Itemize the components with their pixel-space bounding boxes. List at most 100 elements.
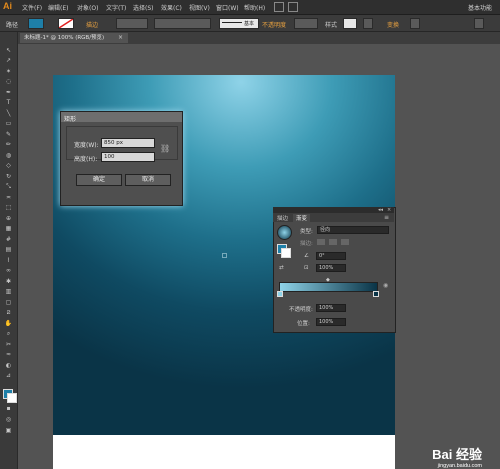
align-icon[interactable] [410,18,420,29]
scissors-tool-icon[interactable]: ✂ [4,341,13,348]
shape-builder-tool-icon[interactable]: ⊕ [4,215,13,222]
gradient-tool-icon[interactable]: ▤ [4,246,13,253]
rotate-tool-icon[interactable]: ↻ [4,173,13,180]
stop-position-field[interactable]: 100% [316,318,346,326]
transform-label[interactable]: 变换 [387,20,399,29]
blend-tool-icon[interactable]: ∞ [4,267,13,274]
document-tab[interactable]: 未标题-1* @ 100% (RGB/预览) [20,33,128,43]
symbol-sprayer-tool-icon[interactable]: ✱ [4,278,13,285]
opacity-field[interactable] [294,18,318,29]
stroke-within-icon[interactable] [317,239,325,245]
width-field[interactable]: 850 px [101,138,155,148]
live-paint-tool-icon[interactable]: ◐ [4,362,13,369]
stroke-indicator[interactable] [281,248,291,258]
zoom-tool-icon[interactable]: ⌕ [4,330,13,337]
stroke-across-icon[interactable] [341,239,349,245]
gradient-preview-swatch[interactable] [277,225,292,240]
workspace-switcher[interactable]: 基本功能 [468,3,492,12]
scale-tool-icon[interactable]: ⤡ [4,183,13,190]
menu-help[interactable]: 帮助(H) [244,3,265,12]
close-tab-icon[interactable]: × [118,34,123,41]
ok-button[interactable]: 确定 [76,174,122,186]
artboard-tool-icon[interactable]: ▢ [4,299,13,306]
stroke-swatch[interactable] [58,18,74,29]
stroke-label[interactable]: 描边 [86,20,98,29]
width-label: 宽度(W): [74,142,99,149]
height-label: 高度(H): [74,156,98,163]
menu-view[interactable]: 视图(V) [189,3,210,12]
blob-brush-tool-icon[interactable]: ◍ [4,152,13,159]
delete-stop-icon[interactable]: ◉ [383,282,388,289]
rectangle-tool-icon[interactable]: ▭ [4,120,13,127]
mesh-tool-icon[interactable]: # [4,236,13,243]
angle-field[interactable]: 0° [316,252,346,260]
menu-window[interactable]: 窗口(W) [216,3,239,12]
reverse-gradient-icon[interactable]: ⇄ [279,265,284,271]
color-mode-icon[interactable]: ▪ [4,405,13,412]
menu-select[interactable]: 选择(S) [133,3,154,12]
gradient-stop-end[interactable] [373,291,379,297]
panel-menu-icon[interactable]: ≡ [384,214,389,221]
variable-width-dropdown[interactable] [154,18,211,29]
menu-effect[interactable]: 效果(C) [161,3,182,12]
stroke-along-icon[interactable] [329,239,337,245]
type-tool-icon[interactable]: T [4,99,13,106]
document-setup-icon[interactable] [363,18,373,29]
angle-icon: ∠ [304,253,309,259]
panel-tab-bar [273,213,394,222]
magic-wand-tool-icon[interactable]: ✶ [4,68,13,75]
stroke-weight-field[interactable] [116,18,148,29]
pen-tool-icon[interactable]: ✒ [4,89,13,96]
menu-edit[interactable]: 编辑(E) [48,3,68,12]
stroke-label: 描边: [300,241,313,247]
gradient-stop-start[interactable] [277,291,283,297]
draw-mode-icon[interactable]: ◎ [4,416,13,423]
bridge-icon[interactable] [274,2,284,12]
width-tool-icon[interactable]: ≍ [4,194,13,201]
midpoint-marker-icon[interactable]: ◆ [326,277,330,283]
free-transform-tool-icon[interactable]: ⬚ [4,204,13,211]
menu-type[interactable]: 文字(T) [106,3,126,12]
column-graph-tool-icon[interactable]: ▥ [4,288,13,295]
dialog-title-bar[interactable] [61,112,182,122]
fill-swatch[interactable] [28,18,44,29]
line-tool-icon[interactable]: ╲ [4,110,13,117]
paintbrush-tool-icon[interactable]: ✎ [4,131,13,138]
height-field[interactable]: 100 [101,152,155,162]
screen-mode-icon[interactable]: ▣ [4,427,13,434]
aspect-ratio-icon: ⊡ [304,265,309,271]
menu-file[interactable]: 文件(F) [22,3,42,12]
hand-tool-icon[interactable]: ✋ [4,320,13,327]
opacity-label[interactable]: 不透明度 [262,20,286,29]
panel-menu-icon[interactable] [474,18,484,29]
warp-tool-icon[interactable]: ≈ [4,351,13,358]
brush-definition-dropdown[interactable]: 基本 [219,18,259,29]
stroke-color-box[interactable] [7,393,17,403]
eyedropper-tool-icon[interactable]: ⌇ [4,257,13,264]
cancel-button[interactable]: 取消 [125,174,171,186]
app-logo: Ai [3,1,12,11]
measure-tool-icon[interactable]: ⊿ [4,372,13,379]
eraser-tool-icon[interactable]: ◇ [4,162,13,169]
watermark-url: jingyan.baidu.com [437,463,482,469]
tab-stroke[interactable]: 描边 [277,214,288,222]
constrain-proportions-link-icon[interactable]: ⛓ [160,144,170,153]
direct-selection-tool-icon[interactable]: ↗ [4,57,13,64]
aspect-ratio-field[interactable]: 100% [316,264,346,272]
perspective-grid-tool-icon[interactable]: ▦ [4,225,13,232]
gradient-type-dropdown[interactable]: 径向 [317,226,389,234]
lasso-tool-icon[interactable]: ◌ [4,78,13,85]
slice-tool-icon[interactable]: ⧄ [4,309,13,316]
stop-opacity-field[interactable]: 100% [316,304,346,312]
pencil-tool-icon[interactable]: ✏ [4,141,13,148]
gradient-slider[interactable] [279,282,378,292]
selection-tool-icon[interactable]: ↖ [4,47,13,54]
style-label: 样式 [325,22,338,29]
arrange-documents-icon[interactable] [288,2,298,12]
dialog-title: 矩形 [64,116,77,123]
menu-object[interactable]: 对象(O) [77,3,98,12]
graphic-style-swatch[interactable] [343,18,357,29]
gradient-center-point[interactable] [222,253,227,258]
position-label: 位置: [297,321,310,327]
tab-gradient[interactable]: 渐变 [293,214,311,222]
